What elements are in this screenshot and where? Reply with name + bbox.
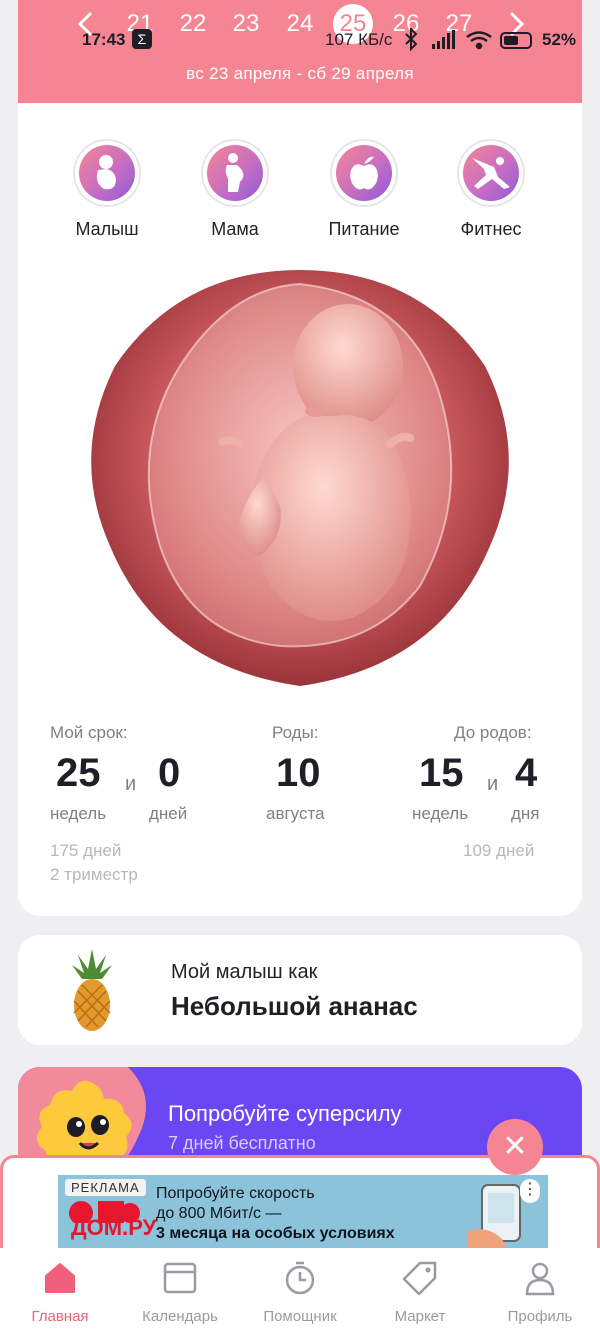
nav-label: Маркет	[394, 1308, 446, 1325]
category-nutrition[interactable]: Питание	[309, 139, 419, 240]
battery-percent: 52%	[542, 30, 577, 49]
term-weeks-unit: недель	[50, 804, 107, 823]
ad-label: РЕКЛАМА	[65, 1179, 146, 1196]
nav-label: Профиль	[507, 1308, 573, 1325]
category-fitness[interactable]: Фитнес	[436, 139, 546, 240]
category-label: Питание	[328, 219, 400, 239]
ad-line-3: 3 месяца на особых условиях	[156, 1225, 395, 1242]
category-label: Малыш	[75, 219, 139, 239]
pregnancy-card: Малыш Мама Питание Фитнес Мой срок: 25 и…	[18, 103, 582, 916]
status-time: 17:43	[82, 30, 126, 49]
nav-calendar[interactable]: Календарь	[120, 1260, 240, 1325]
birth-label: Роды:	[272, 723, 319, 742]
ad-text: Попробуйте скорость до 800 Мбит/с — 3 ме…	[156, 1184, 395, 1244]
nav-label: Главная	[31, 1308, 89, 1325]
network-speed: 107 КБ/с	[325, 30, 393, 49]
battery-icon	[500, 32, 532, 49]
app-screen: 21 22 23 24 25 26 27 вс 23 апреля - сб 2…	[0, 0, 600, 1332]
birth-day: 10	[276, 751, 321, 795]
until-and: и	[487, 773, 499, 795]
baby-size-title: Небольшой ананас	[171, 991, 418, 1021]
until-birth-label: До родов:	[454, 723, 532, 742]
term-total-days: 175 дней	[50, 841, 122, 860]
until-total-days: 109 дней	[463, 841, 535, 860]
category-label: Фитнес	[460, 219, 522, 239]
sigma-app-icon: Σ	[132, 29, 152, 49]
promo-subtitle: 7 дней бесплатно	[168, 1133, 316, 1153]
nav-home[interactable]: Главная	[0, 1260, 120, 1325]
profile-icon	[525, 1262, 555, 1296]
tag-icon	[402, 1261, 437, 1296]
ad-menu-button[interactable]: ⋮	[520, 1179, 540, 1203]
signal-icon	[432, 30, 455, 49]
nav-label: Календарь	[142, 1308, 218, 1325]
home-icon	[45, 1263, 75, 1293]
until-weeks: 15	[419, 751, 464, 795]
category-mom[interactable]: Мама	[180, 139, 290, 240]
wifi-icon	[466, 31, 492, 50]
status-icons	[404, 26, 534, 57]
apple-icon	[350, 156, 378, 190]
week-range: вс 23 апреля - сб 29 апреля	[186, 64, 414, 83]
until-days: 4	[515, 751, 538, 795]
bottom-navigation: Главная Календарь Помощник Маркет Профил…	[0, 1248, 600, 1332]
term-days: 0	[158, 751, 181, 795]
close-ad-button[interactable]: ✕	[487, 1119, 543, 1175]
nav-market[interactable]: Маркет	[360, 1260, 480, 1325]
pineapple-icon	[72, 949, 112, 1031]
nav-profile[interactable]: Профиль	[480, 1260, 600, 1325]
ad-brand: ДОМ.РУ	[71, 1215, 157, 1240]
term-and: и	[125, 773, 137, 795]
nav-label: Помощник	[263, 1308, 337, 1325]
timer-icon	[285, 1261, 315, 1295]
pregnant-mom-icon	[225, 153, 244, 192]
promo-title: Попробуйте суперсилу	[168, 1101, 402, 1126]
fetus-illustration	[90, 266, 510, 688]
until-weeks-unit: недель	[412, 804, 469, 823]
baby-size-subtitle: Мой малыш как	[171, 961, 318, 983]
ad-banner[interactable]: РЕКЛАМА ДОМ.РУ Попробуйте скорость до 80…	[58, 1175, 548, 1251]
term-days-unit: дней	[149, 804, 188, 823]
ad-line-2: до 800 Мбит/с —	[156, 1205, 282, 1222]
nav-assistant[interactable]: Помощник	[240, 1260, 360, 1325]
category-label: Мама	[211, 219, 259, 239]
term-weeks: 25	[56, 751, 101, 795]
term-trimester: 2 триместр	[50, 865, 138, 884]
term-label: Мой срок:	[50, 723, 128, 742]
status-bar: 17:43 Σ 107 КБ/с 52%	[0, 25, 600, 55]
baby-size-card[interactable]: Мой малыш как Небольшой ананас	[18, 935, 582, 1045]
ad-line-1: Попробуйте скорость	[156, 1185, 315, 1202]
until-days-unit: дня	[511, 804, 540, 823]
baby-icon	[96, 155, 116, 190]
yoga-icon	[472, 157, 510, 189]
category-baby[interactable]: Малыш	[52, 139, 162, 240]
bluetooth-icon	[405, 26, 418, 52]
birth-month: августа	[266, 804, 325, 823]
calendar-icon	[163, 1262, 197, 1294]
